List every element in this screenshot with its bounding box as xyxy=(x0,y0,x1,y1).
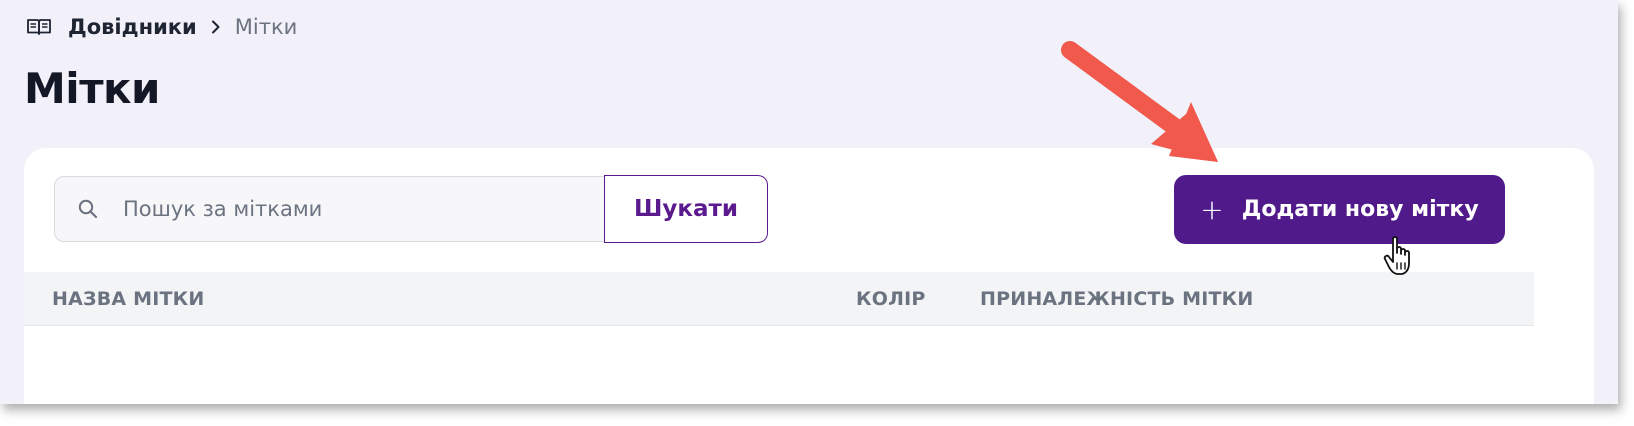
breadcrumb-root-link[interactable]: Довідники xyxy=(68,15,197,39)
breadcrumb-current: Мітки xyxy=(234,15,298,39)
search-field xyxy=(54,176,609,242)
search-icon xyxy=(77,198,99,220)
add-label-button-text: Додати нову мітку xyxy=(1241,197,1479,222)
plus-icon: + xyxy=(1200,192,1224,226)
table-body xyxy=(24,326,1534,404)
annotation-arrow-icon xyxy=(1061,41,1218,162)
labels-card: Шукати + Додати нову мітку НАЗВА МІТКИ К… xyxy=(24,148,1594,404)
column-header-color[interactable]: КОЛІР xyxy=(856,272,925,326)
search-button[interactable]: Шукати xyxy=(604,175,768,243)
breadcrumb: Довідники Мітки xyxy=(26,13,297,41)
column-header-belonging[interactable]: ПРИНАЛЕЖНІСТЬ МІТКИ xyxy=(980,272,1254,326)
table-header: НАЗВА МІТКИ КОЛІР ПРИНАЛЕЖНІСТЬ МІТКИ xyxy=(24,272,1534,326)
app-window: Довідники Мітки Мітки Шукати + Додати но… xyxy=(0,0,1618,404)
column-header-name[interactable]: НАЗВА МІТКИ xyxy=(52,272,204,326)
hand-cursor-icon xyxy=(1383,236,1410,275)
page-title: Мітки xyxy=(24,64,160,113)
search-input[interactable] xyxy=(121,196,565,222)
chevron-right-icon xyxy=(211,20,221,34)
book-icon xyxy=(26,17,52,37)
add-label-button[interactable]: + Додати нову мітку xyxy=(1174,175,1505,244)
